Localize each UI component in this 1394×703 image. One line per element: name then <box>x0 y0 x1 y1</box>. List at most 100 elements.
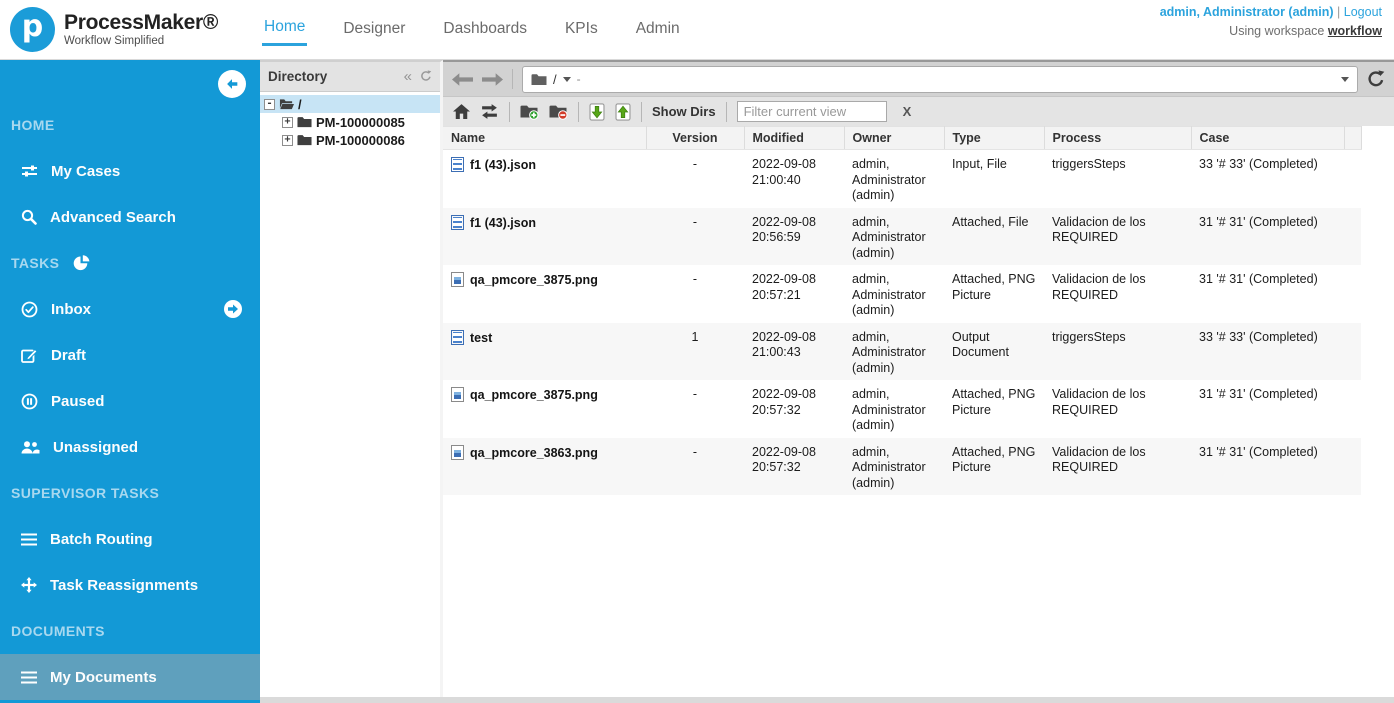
file-case: 31 '# 31' (Completed) <box>1199 214 1318 229</box>
collapse-panel-icon[interactable] <box>404 68 412 85</box>
processmaker-app: p ProcessMaker® Workflow Simplified Home… <box>0 0 1394 703</box>
combobox-dropdown-icon[interactable] <box>1341 76 1349 82</box>
file-process: Validacion de los REQUIRED <box>1052 387 1146 417</box>
nav-tab-home[interactable]: Home <box>262 14 308 46</box>
sidebar-item-label: Inbox <box>51 300 91 318</box>
column-header-modified[interactable]: Modified <box>744 126 845 150</box>
sidebar-item-paused[interactable]: Paused <box>0 378 260 424</box>
separator <box>578 101 579 122</box>
logout-link[interactable]: Logout <box>1344 5 1382 19</box>
column-header-owner[interactable]: Owner <box>844 126 945 150</box>
current-path: / <box>553 71 557 87</box>
expand-expander-icon[interactable] <box>282 116 293 128</box>
directory-panel-header: Directory <box>260 62 440 92</box>
brand-subtitle: Workflow Simplified <box>64 35 165 47</box>
file-modified: 2022-09-08 21:00:40 <box>752 157 816 187</box>
users-icon <box>21 440 40 455</box>
tree-node-folder[interactable]: PM-100000086 <box>260 131 440 149</box>
file-name: qa_pmcore_3863.png <box>470 445 598 460</box>
bottom-scrollbar-strip[interactable] <box>260 697 1394 703</box>
sidebar-collapse-button[interactable] <box>218 70 246 98</box>
forward-arrow-icon[interactable] <box>482 72 503 86</box>
sidebar-item-label: Advanced Search <box>50 208 176 226</box>
sidebar-item-my-cases[interactable]: My Cases <box>0 148 260 194</box>
nav-tab-dashboards[interactable]: Dashboards <box>441 16 529 45</box>
refresh-tree-icon[interactable] <box>420 69 432 85</box>
table-row[interactable]: qa_pmcore_3863.png - 2022-09-08 20:57:32… <box>443 437 1361 495</box>
file-name: f1 (43).json <box>470 215 536 230</box>
pause-circle-icon <box>21 393 38 410</box>
folder-icon <box>297 116 312 128</box>
brand-logo: p ProcessMaker® Workflow Simplified <box>10 7 218 52</box>
edit-pencil-icon <box>21 347 38 364</box>
sidebar-item-label: Batch Routing <box>50 530 153 548</box>
file-modified: 2022-09-08 20:57:32 <box>752 444 816 475</box>
sidebar-item-label: My Cases <box>51 162 121 180</box>
hamburger-icon <box>21 671 37 684</box>
user-link[interactable]: admin, Administrator (admin) <box>1160 5 1334 19</box>
path-bar: / - <box>443 62 1394 96</box>
collapse-expander-icon[interactable] <box>264 98 275 110</box>
separator <box>641 101 642 122</box>
file-type-icon <box>451 214 464 230</box>
file-owner: admin, Administrator (admin) <box>852 272 926 317</box>
file-name: test <box>470 330 493 345</box>
column-header-version[interactable]: Version <box>646 126 745 150</box>
table-row[interactable]: f1 (43).json - 2022-09-08 20:56:59 admin… <box>443 207 1361 265</box>
home-icon[interactable] <box>453 104 470 119</box>
sidebar-section-supervisor-tasks: SUPERVISOR TASKS <box>11 485 160 501</box>
table-row[interactable]: qa_pmcore_3875.png - 2022-09-08 20:57:32… <box>443 380 1361 438</box>
user-box: admin, Administrator (admin) | Logout Us… <box>1160 3 1382 41</box>
sidebar-item-label: Unassigned <box>53 438 139 456</box>
sidebar-item-advanced-search[interactable]: Advanced Search <box>0 194 260 240</box>
clear-filter-button[interactable]: X <box>903 104 912 119</box>
back-arrow-icon[interactable] <box>452 72 473 86</box>
expand-expander-icon[interactable] <box>282 134 293 146</box>
new-folder-icon[interactable] <box>520 104 539 120</box>
column-header-type[interactable]: Type <box>944 126 1045 150</box>
sidebar-item-my-documents[interactable]: My Documents <box>0 654 260 700</box>
sidebar-item-task-reassignments[interactable]: Task Reassignments <box>0 562 260 608</box>
sidebar-item-inbox[interactable]: Inbox <box>0 286 260 332</box>
file-name: qa_pmcore_3875.png <box>470 388 598 402</box>
file-case: 31 '# 31' (Completed) <box>1199 272 1318 286</box>
workspace-link[interactable]: workflow <box>1328 24 1382 38</box>
sidebar-item-draft[interactable]: Draft <box>0 332 260 378</box>
delete-folder-icon[interactable] <box>549 104 568 120</box>
workspace-prefix: Using workspace <box>1229 24 1328 38</box>
nav-tab-kpis[interactable]: KPIs <box>563 16 600 45</box>
download-file-icon[interactable] <box>589 102 605 121</box>
column-header-process[interactable]: Process <box>1044 126 1192 150</box>
column-header-case[interactable]: Case <box>1191 126 1345 150</box>
nav-tab-admin[interactable]: Admin <box>634 16 682 45</box>
table-row[interactable]: qa_pmcore_3875.png - 2022-09-08 20:57:21… <box>443 265 1361 323</box>
sidebar-item-unassigned[interactable]: Unassigned <box>0 424 260 470</box>
file-type-icon <box>451 329 464 345</box>
arrow-right-circle-icon[interactable] <box>224 300 242 318</box>
sidebar-item-label: Paused <box>51 392 105 410</box>
column-header-extra <box>1344 126 1362 150</box>
file-process: triggersSteps <box>1052 157 1126 171</box>
swap-refresh-icon[interactable] <box>480 104 499 119</box>
tree-node-root[interactable]: / <box>260 95 440 113</box>
file-case: 31 '# 31' (Completed) <box>1199 444 1318 459</box>
refresh-icon[interactable] <box>1367 70 1385 88</box>
nav-tab-designer[interactable]: Designer <box>341 16 407 45</box>
table-row[interactable]: test 1 2022-09-08 21:00:43 admin, Admini… <box>443 322 1361 380</box>
path-combobox[interactable]: / - <box>522 65 1358 93</box>
upload-file-icon[interactable] <box>615 102 631 121</box>
file-modified: 2022-09-08 20:56:59 <box>752 214 816 245</box>
hamburger-icon <box>21 533 37 546</box>
sidebar: HOME My Cases Advanced Search TASKS Inbo… <box>0 60 260 703</box>
file-version: - <box>692 387 698 401</box>
file-type: Attached, File <box>952 214 1029 229</box>
table-row[interactable]: f1 (43).json - 2022-09-08 21:00:40 admin… <box>443 150 1361 208</box>
file-version: - <box>692 444 698 459</box>
sidebar-section-documents: DOCUMENTS <box>11 623 105 639</box>
show-dirs-toggle[interactable]: Show Dirs <box>652 104 716 119</box>
column-header-name[interactable]: Name <box>443 126 647 150</box>
sidebar-item-batch-routing[interactable]: Batch Routing <box>0 516 260 562</box>
chevron-down-icon[interactable] <box>562 76 571 82</box>
filter-input[interactable] <box>736 101 887 122</box>
tree-node-folder[interactable]: PM-100000085 <box>260 113 440 131</box>
